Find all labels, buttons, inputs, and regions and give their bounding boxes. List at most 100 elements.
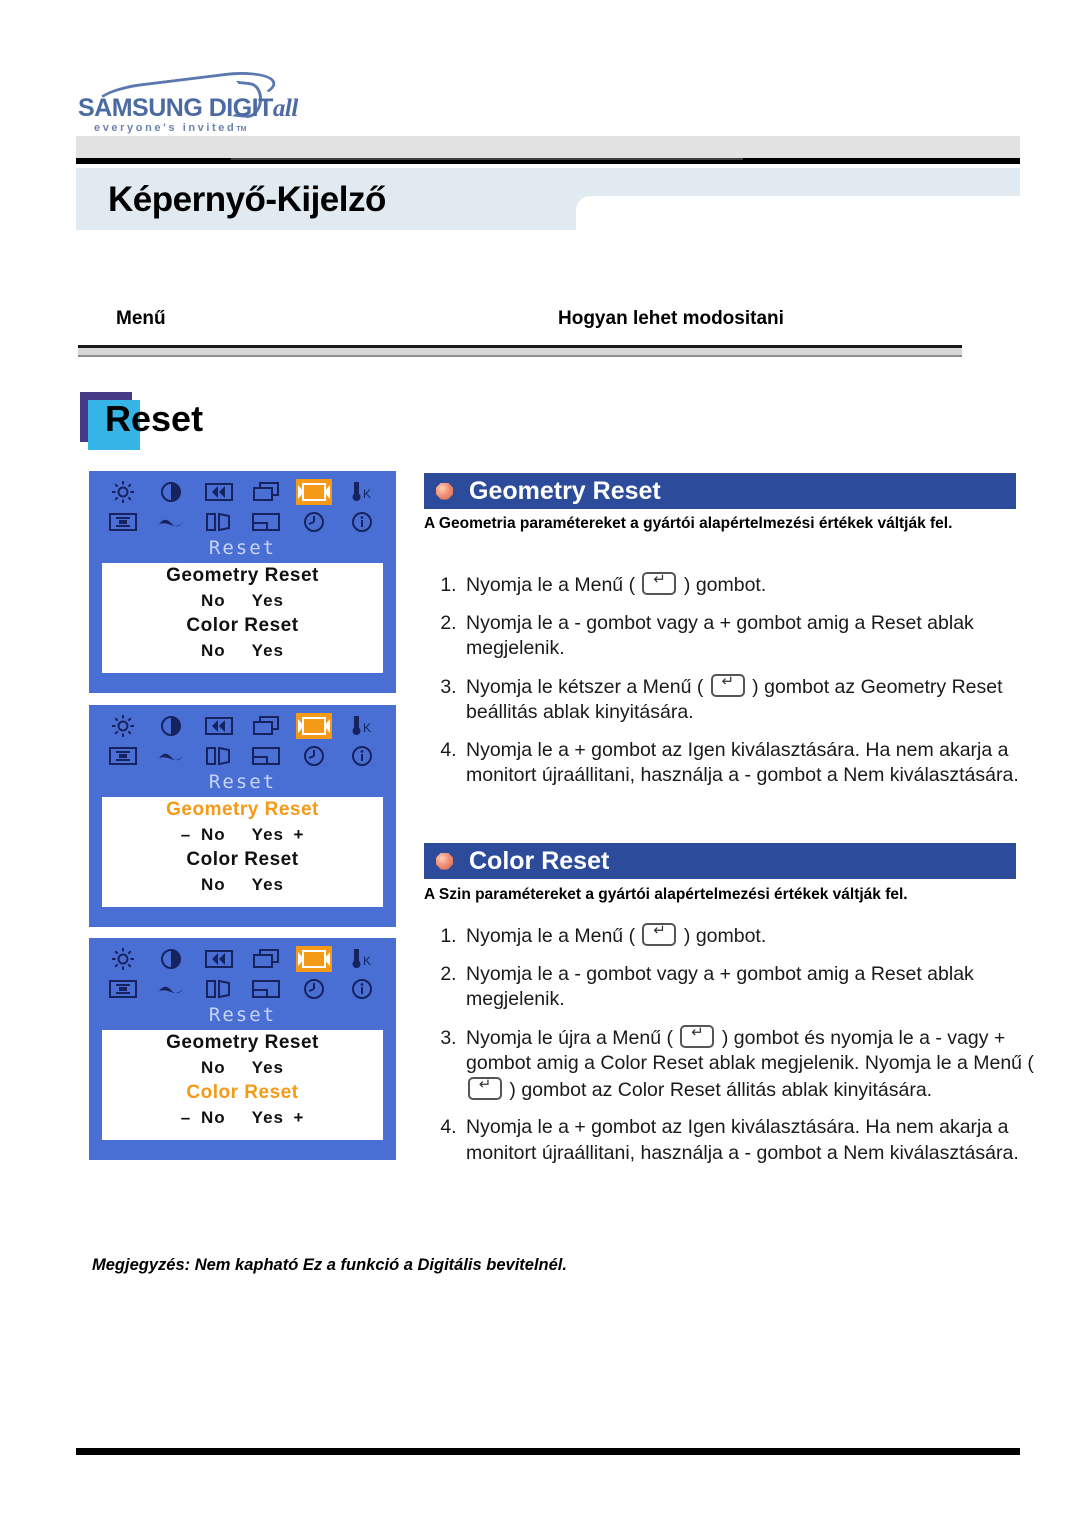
logo-wordmark-main: SAMSUNG DIGIT [78, 94, 273, 122]
reset-icon[interactable] [296, 946, 333, 972]
column-header-menu: Menű [116, 308, 166, 329]
color-temperature-icon[interactable]: K [344, 946, 380, 972]
osd-minus[interactable]: – [171, 822, 201, 847]
osd-row-options[interactable]: – No Yes + [102, 1105, 383, 1130]
osd-row-label[interactable]: Geometry Reset [102, 797, 383, 822]
contrast-icon[interactable] [153, 479, 189, 505]
osd-option-yes[interactable]: Yes [252, 1058, 284, 1077]
trapezoid-icon[interactable] [153, 509, 189, 535]
color-reset-description: A Szin paramétereket a gyártói alapértel… [424, 886, 908, 903]
svg-text:K: K [363, 487, 371, 501]
step-text: ) gombot az Color Reset állitás ablak ki… [504, 1078, 933, 1101]
osd-option-no[interactable]: No [201, 1108, 226, 1127]
osd-icon-row [99, 507, 386, 537]
parallelogram-icon[interactable] [201, 743, 237, 769]
osd-option-no[interactable]: No [201, 875, 226, 894]
osd-time-icon[interactable] [296, 976, 332, 1002]
trapezoid-icon[interactable] [153, 743, 189, 769]
osd-plus[interactable]: + [284, 1105, 314, 1130]
menu-button-icon [680, 1023, 715, 1048]
osd-menu-title: Reset [208, 1004, 277, 1026]
pincushion-icon[interactable] [105, 509, 141, 535]
osd-minus[interactable]: – [171, 1105, 201, 1130]
contrast-icon[interactable] [153, 713, 189, 739]
brightness-icon[interactable] [105, 713, 141, 739]
reset-icon[interactable] [296, 713, 333, 739]
osd-icon-grid: K [99, 477, 386, 537]
osd-menu-title: Reset [208, 771, 277, 793]
osd-time-icon[interactable] [296, 743, 332, 769]
instruction-step: Nyomja le kétszer a Menű ( ) gombot az G… [462, 672, 1062, 726]
reset-icon[interactable] [296, 479, 333, 505]
h-size-icon[interactable] [248, 946, 284, 972]
brightness-icon[interactable] [105, 479, 141, 505]
osd-time-icon[interactable] [296, 509, 332, 535]
osd-row-label[interactable]: Geometry Reset [102, 563, 383, 588]
bottom-black-rule [76, 1448, 1020, 1455]
instruction-step: Nyomja le a + gombot az Igen kiválasztás… [462, 1115, 1062, 1166]
menu-button-icon [710, 672, 745, 697]
osd-option-yes[interactable]: Yes [252, 825, 284, 844]
samsung-logo: SAMSUNG DIGITall everyone's invitedTM [78, 67, 338, 134]
rotation-icon[interactable] [248, 743, 284, 769]
bullet-icon [436, 852, 453, 870]
h-size-icon[interactable] [248, 713, 284, 739]
pincushion-icon[interactable] [105, 743, 141, 769]
logo-wordmark: SAMSUNG DIGITall [78, 94, 298, 123]
h-position-icon[interactable] [201, 479, 237, 505]
osd-row-options[interactable]: No Yes [102, 872, 383, 897]
osd-option-no[interactable]: No [201, 591, 226, 610]
parallelogram-icon[interactable] [201, 509, 237, 535]
step-text: Nyomja le újra a Menű ( [466, 1026, 679, 1049]
title-band-notch [576, 196, 1020, 230]
color-temperature-icon[interactable]: K [344, 479, 380, 505]
osd-option-yes[interactable]: Yes [252, 875, 284, 894]
osd-icon-grid: K [99, 944, 386, 1004]
osd-row-options[interactable]: No Yes [102, 638, 383, 663]
trapezoid-icon[interactable] [153, 976, 189, 1002]
osd-value-box: Geometry Reset No Yes Color Reset No Yes [102, 563, 383, 673]
top-black-rule [76, 158, 1020, 164]
osd-row-options[interactable]: No Yes [102, 588, 383, 613]
information-icon[interactable] [344, 743, 380, 769]
column-header-how: Hogyan lehet modositani [558, 308, 784, 329]
svg-text:K: K [363, 721, 371, 735]
osd-row-label[interactable]: Color Reset [102, 847, 383, 872]
menu-button-icon [468, 1075, 502, 1100]
top-gray-bar [76, 136, 1020, 158]
geometry-reset-heading-bar: Geometry Reset [424, 473, 1016, 509]
osd-row-label[interactable]: Color Reset [102, 613, 383, 638]
rotation-icon[interactable] [248, 976, 284, 1002]
osd-screen-1: K Reset Geometry Reset No Yes Color Reset No Ye… [89, 471, 396, 693]
osd-option-yes[interactable]: Yes [252, 591, 284, 610]
osd-row-label[interactable]: Geometry Reset [102, 1030, 383, 1055]
osd-row-options[interactable]: – No Yes + [102, 822, 383, 847]
osd-row-label[interactable]: Color Reset [102, 1080, 383, 1105]
page-title: Képernyő-Kijelző [108, 180, 386, 219]
brightness-icon[interactable] [105, 946, 141, 972]
pincushion-icon[interactable] [105, 976, 141, 1002]
color-reset-heading-bar: Color Reset [424, 843, 1016, 879]
information-icon[interactable] [344, 976, 380, 1002]
parallelogram-icon[interactable] [201, 976, 237, 1002]
osd-option-yes[interactable]: Yes [252, 1108, 284, 1127]
osd-row-options[interactable]: No Yes [102, 1055, 383, 1080]
osd-option-no[interactable]: No [201, 641, 226, 660]
osd-screen-2: K Reset Geometry Reset – No Yes + Color Reset No… [89, 705, 396, 927]
osd-plus[interactable]: + [284, 822, 314, 847]
rotation-icon[interactable] [248, 509, 284, 535]
h-size-icon[interactable] [248, 479, 284, 505]
geometry-reset-heading: Geometry Reset [469, 476, 661, 505]
osd-option-no[interactable]: No [201, 825, 226, 844]
logo-tagline: everyone's invitedTM [94, 122, 246, 134]
osd-option-no[interactable]: No [201, 1058, 226, 1077]
color-temperature-icon[interactable]: K [344, 713, 380, 739]
osd-option-yes[interactable]: Yes [252, 641, 284, 660]
information-icon[interactable] [344, 509, 380, 535]
instruction-step: Nyomja le újra a Menű ( ) gombot és nyom… [462, 1023, 1062, 1104]
contrast-icon[interactable] [153, 946, 189, 972]
osd-icon-row: K [99, 944, 386, 974]
h-position-icon[interactable] [201, 946, 237, 972]
h-position-icon[interactable] [201, 713, 237, 739]
osd-icon-grid: K [99, 711, 386, 771]
